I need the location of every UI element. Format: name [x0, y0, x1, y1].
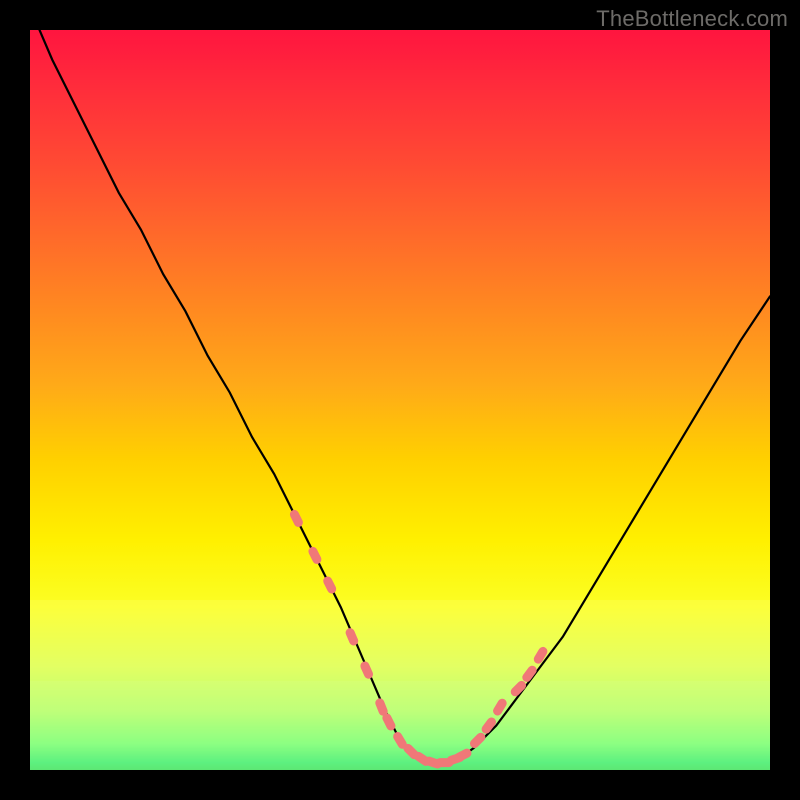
watermark-text: TheBottleneck.com: [596, 6, 788, 32]
curve-marker: [532, 645, 549, 665]
curve-markers: [288, 508, 549, 769]
curve-marker: [288, 508, 304, 528]
chart-svg: [30, 30, 770, 770]
curve-marker: [359, 660, 375, 680]
bottleneck-curve: [30, 30, 770, 763]
curve-marker: [307, 545, 323, 565]
curve-marker: [322, 575, 338, 595]
plot-area: [30, 30, 770, 770]
curve-marker: [468, 731, 487, 750]
chart-frame: TheBottleneck.com: [0, 0, 800, 800]
